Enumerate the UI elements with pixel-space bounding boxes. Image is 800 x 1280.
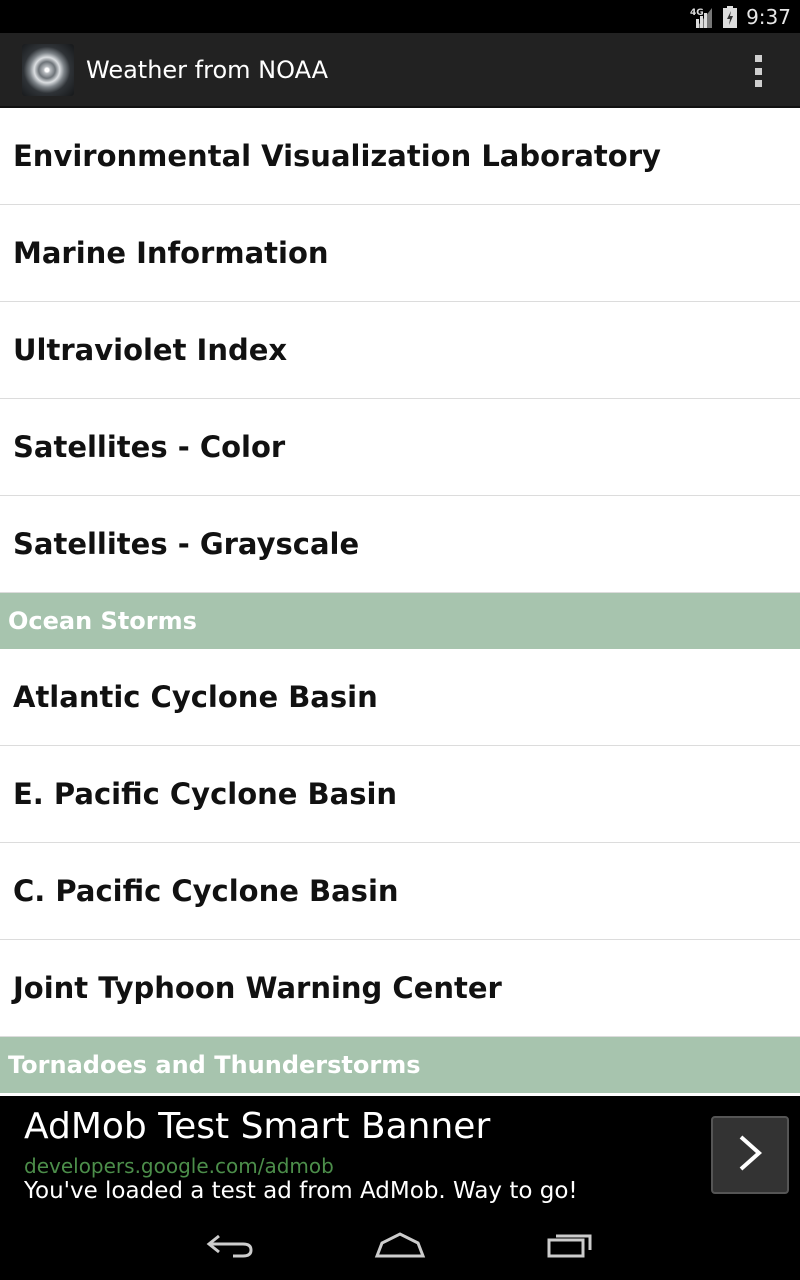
list-item-marine-information[interactable]: Marine Information: [0, 205, 800, 302]
ad-title: AdMob Test Smart Banner: [24, 1106, 491, 1147]
ad-url[interactable]: developers.google.com/admob: [24, 1154, 334, 1178]
recent-apps-icon: [546, 1230, 594, 1265]
navigation-bar: [0, 1214, 800, 1280]
section-header-tornadoes: Tornadoes and Thunderstorms: [0, 1037, 800, 1093]
ad-description: You've loaded a test ad from AdMob. Way …: [24, 1178, 578, 1204]
status-bar: 4G 9:37: [0, 0, 800, 33]
signal-icon: 4G: [690, 6, 714, 28]
list-item-joint-typhoon-warning-center[interactable]: Joint Typhoon Warning Center: [0, 940, 800, 1037]
list-item-satellites-grayscale[interactable]: Satellites - Grayscale: [0, 496, 800, 593]
home-icon: [374, 1231, 426, 1264]
chevron-right-icon: [735, 1133, 765, 1178]
list-item-c-pacific-cyclone-basin[interactable]: C. Pacific Cyclone Basin: [0, 843, 800, 940]
ad-banner[interactable]: AdMob Test Smart Banner developers.googl…: [0, 1096, 800, 1214]
action-bar: Weather from NOAA: [0, 33, 800, 108]
overflow-menu-icon[interactable]: [748, 55, 768, 87]
list-item-satellites-color[interactable]: Satellites - Color: [0, 399, 800, 496]
list-item-e-pacific-cyclone-basin[interactable]: E. Pacific Cyclone Basin: [0, 746, 800, 843]
list-item-environmental-visualization-laboratory[interactable]: Environmental Visualization Laboratory: [0, 108, 800, 205]
status-time: 9:37: [746, 4, 791, 29]
section-header-ocean-storms: Ocean Storms: [0, 593, 800, 649]
menu-list: Environmental Visualization Laboratory M…: [0, 108, 800, 1096]
app-title: Weather from NOAA: [86, 55, 329, 84]
list-item-atlantic-cyclone-basin[interactable]: Atlantic Cyclone Basin: [0, 649, 800, 746]
ad-open-button[interactable]: [711, 1116, 789, 1194]
list-item-ultraviolet-index[interactable]: Ultraviolet Index: [0, 302, 800, 399]
back-button[interactable]: [145, 1214, 315, 1280]
back-icon: [205, 1230, 255, 1265]
app-icon[interactable]: [22, 43, 74, 96]
battery-icon: [722, 5, 738, 29]
recent-apps-button[interactable]: [485, 1214, 655, 1280]
home-button[interactable]: [315, 1214, 485, 1280]
